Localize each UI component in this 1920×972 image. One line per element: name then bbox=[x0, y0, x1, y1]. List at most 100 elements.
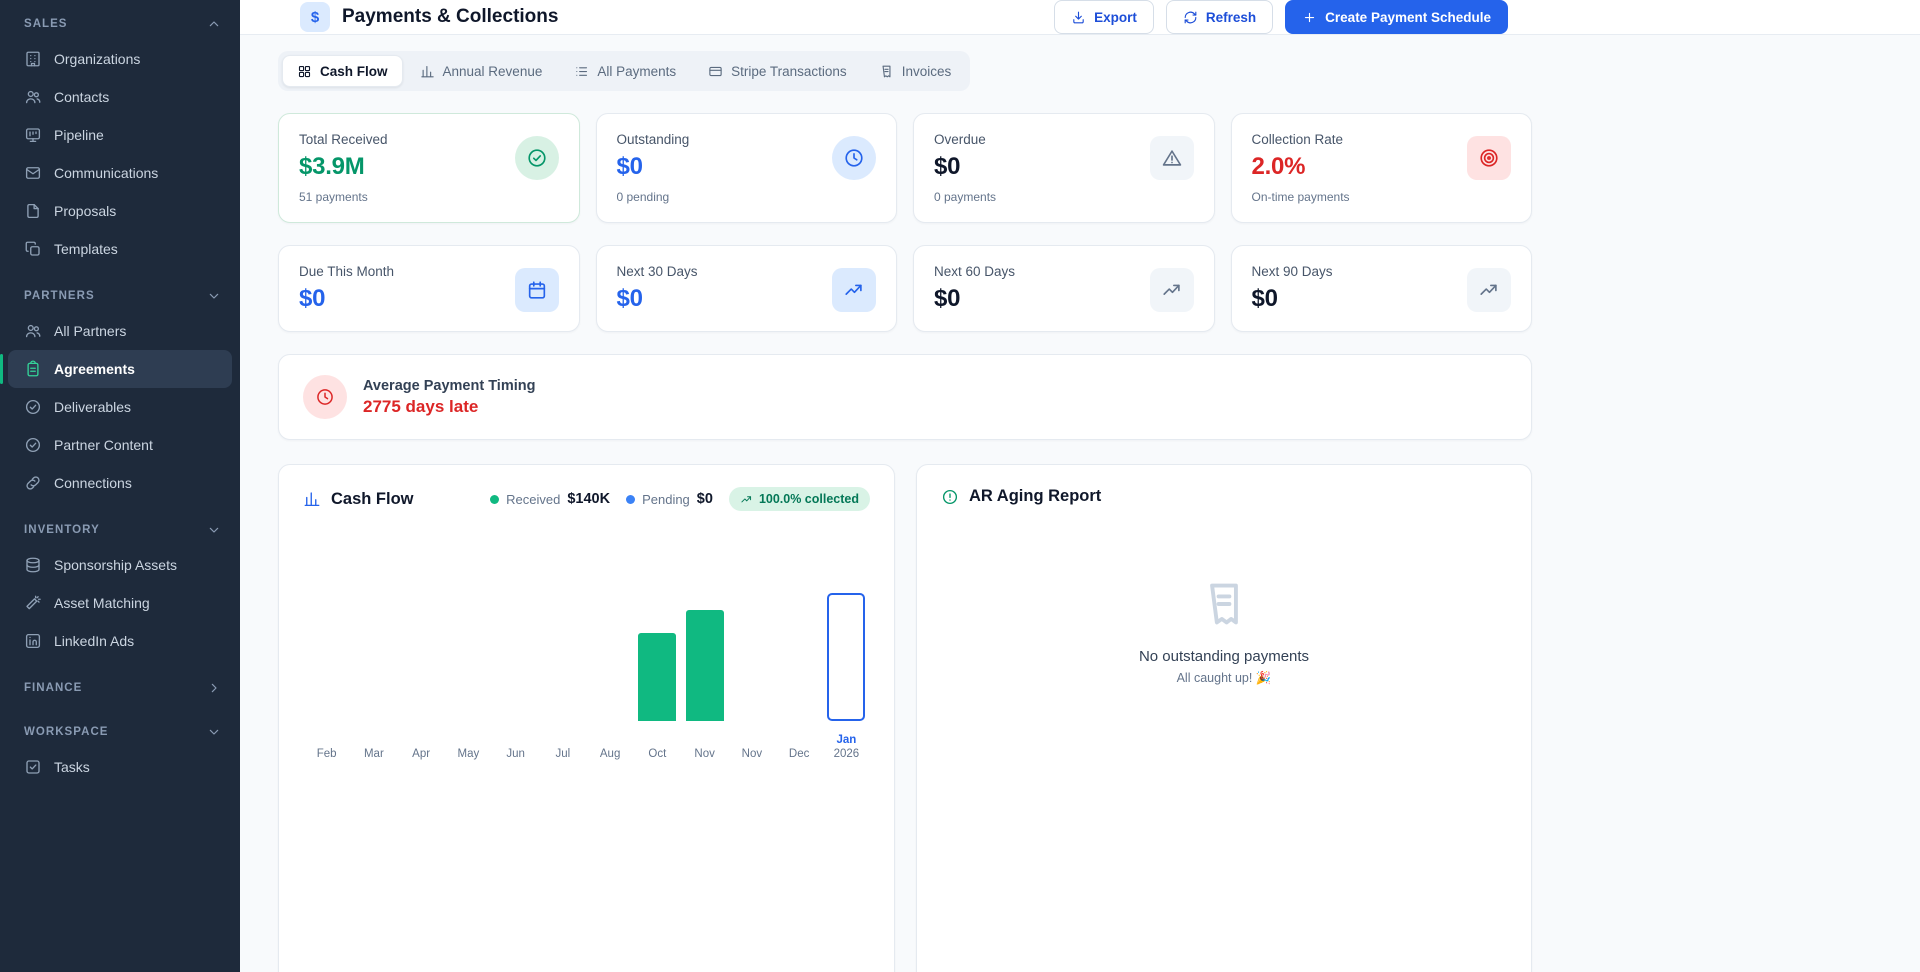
sidebar-section-header-partners[interactable]: PARTNERS bbox=[0, 278, 240, 312]
sidebar-item-deliverables[interactable]: Deliverables bbox=[8, 388, 232, 426]
linkedin-icon bbox=[24, 632, 42, 650]
receipt-icon bbox=[879, 64, 894, 79]
stat-value: $0 bbox=[1252, 285, 1333, 313]
stat-label: Total Received bbox=[299, 132, 388, 147]
tab-cash-flow[interactable]: Cash Flow bbox=[282, 55, 403, 87]
tab-label: All Payments bbox=[597, 64, 676, 79]
ar-aging-panel: AR Aging Report No outstanding payments … bbox=[916, 464, 1532, 972]
chevron-down-icon bbox=[206, 288, 222, 304]
wand-icon bbox=[24, 594, 42, 612]
stat-value: $0 bbox=[934, 285, 1015, 313]
sidebar-section-sales: SALES Organizations Contacts Pipeline Co… bbox=[0, 6, 240, 268]
create-payment-schedule-button[interactable]: Create Payment Schedule bbox=[1285, 0, 1508, 34]
legend-pending: Pending $0 bbox=[626, 491, 713, 507]
stat-label: Outstanding bbox=[617, 132, 690, 147]
stat-card-next-60-days: Next 60 Days $0 bbox=[913, 245, 1215, 332]
link-icon bbox=[24, 474, 42, 492]
sidebar-item-linkedin-ads[interactable]: LinkedIn Ads bbox=[8, 622, 232, 660]
sidebar-item-partner-content[interactable]: Partner Content bbox=[8, 426, 232, 464]
trend-up-icon bbox=[832, 268, 876, 312]
sidebar-item-all-partners[interactable]: All Partners bbox=[8, 312, 232, 350]
stat-label: Collection Rate bbox=[1252, 132, 1350, 147]
sidebar-item-templates[interactable]: Templates bbox=[8, 230, 232, 268]
chevron-up-icon bbox=[206, 16, 222, 32]
sidebar-item-contacts[interactable]: Contacts bbox=[8, 78, 232, 116]
section-label: SALES bbox=[24, 18, 68, 30]
stat-card-total-received: Total Received $3.9M 51 payments bbox=[278, 113, 580, 223]
calendar-icon bbox=[515, 268, 559, 312]
chart-x-label: Jun bbox=[506, 731, 525, 761]
users-icon bbox=[24, 322, 42, 340]
sidebar-item-pipeline[interactable]: Pipeline bbox=[8, 116, 232, 154]
sidebar: SALES Organizations Contacts Pipeline Co… bbox=[0, 0, 240, 972]
bar-chart-icon bbox=[420, 64, 435, 79]
chart-bar-received[interactable] bbox=[686, 610, 724, 721]
legend-label: Received bbox=[506, 492, 560, 507]
section-label: INVENTORY bbox=[24, 524, 100, 536]
sidebar-item-sponsorship-assets[interactable]: Sponsorship Assets bbox=[8, 546, 232, 584]
chart-x-label: Jul bbox=[556, 731, 571, 761]
stat-value: $3.9M bbox=[299, 153, 388, 181]
tab-invoices[interactable]: Invoices bbox=[864, 55, 967, 87]
chart-bar-received[interactable] bbox=[638, 633, 676, 721]
receipt-icon bbox=[1198, 578, 1250, 630]
export-button[interactable]: Export bbox=[1054, 0, 1154, 34]
clipboard-icon bbox=[24, 360, 42, 378]
trend-up-icon bbox=[740, 493, 753, 506]
forecast-row: Due This Month $0 Next 30 Days $0 bbox=[278, 245, 1532, 332]
stat-value: $0 bbox=[934, 153, 996, 181]
nav-item-label: Templates bbox=[54, 241, 118, 257]
tabbar: Cash Flow Annual Revenue All Payments St… bbox=[278, 51, 970, 91]
chart-x-label: Feb bbox=[317, 731, 337, 761]
cash-flow-panel: Cash Flow Received $140K Pending bbox=[278, 464, 895, 972]
sidebar-section-header-sales[interactable]: SALES bbox=[0, 6, 240, 40]
tab-stripe-transactions[interactable]: Stripe Transactions bbox=[693, 55, 862, 87]
tab-annual-revenue[interactable]: Annual Revenue bbox=[405, 55, 558, 87]
received-dot bbox=[490, 495, 499, 504]
nav-item-label: Proposals bbox=[54, 203, 116, 219]
nav-item-label: Pipeline bbox=[54, 127, 104, 143]
chart-slot: Oct bbox=[634, 549, 681, 761]
file-icon bbox=[24, 202, 42, 220]
stat-label: Next 90 Days bbox=[1252, 264, 1333, 279]
sidebar-item-organizations[interactable]: Organizations bbox=[8, 40, 232, 78]
sidebar-item-tasks[interactable]: Tasks bbox=[8, 748, 232, 786]
panels-row: Cash Flow Received $140K Pending bbox=[278, 464, 1532, 972]
sidebar-item-communications[interactable]: Communications bbox=[8, 154, 232, 192]
sidebar-item-asset-matching[interactable]: Asset Matching bbox=[8, 584, 232, 622]
sidebar-item-connections[interactable]: Connections bbox=[8, 464, 232, 502]
sidebar-item-proposals[interactable]: Proposals bbox=[8, 192, 232, 230]
create-button-label: Create Payment Schedule bbox=[1325, 10, 1491, 25]
tab-label: Cash Flow bbox=[320, 64, 388, 79]
chart-x-label: Apr bbox=[412, 731, 430, 761]
sidebar-section-header-workspace[interactable]: WORKSPACE bbox=[0, 714, 240, 748]
refresh-button[interactable]: Refresh bbox=[1166, 0, 1273, 34]
section-label: FINANCE bbox=[24, 682, 82, 694]
section-label: PARTNERS bbox=[24, 290, 95, 302]
chart-slot: Jun bbox=[492, 549, 539, 761]
building-icon bbox=[24, 50, 42, 68]
chart-x-label: Aug bbox=[600, 731, 620, 761]
nav-item-label: Connections bbox=[54, 475, 132, 491]
chart-x-label: Dec bbox=[789, 731, 809, 761]
stat-card-collection-rate: Collection Rate 2.0% On-time payments bbox=[1231, 113, 1533, 223]
chart-x-label: Nov bbox=[694, 731, 714, 761]
download-icon bbox=[1071, 10, 1086, 25]
chart-year-label: 2026 bbox=[834, 747, 860, 761]
sidebar-item-agreements[interactable]: Agreements bbox=[8, 350, 232, 388]
sidebar-section-header-inventory[interactable]: INVENTORY bbox=[0, 512, 240, 546]
target-icon bbox=[1467, 136, 1511, 180]
stat-sub: 51 payments bbox=[299, 190, 388, 204]
tab-label: Stripe Transactions bbox=[731, 64, 847, 79]
app-root: SALES Organizations Contacts Pipeline Co… bbox=[0, 0, 1920, 972]
sidebar-section-header-finance[interactable]: FINANCE bbox=[0, 670, 240, 704]
stat-sub: On-time payments bbox=[1252, 190, 1350, 204]
timing-label: Average Payment Timing bbox=[363, 378, 535, 394]
plus-icon bbox=[1302, 10, 1317, 25]
sidebar-section-finance: FINANCE bbox=[0, 670, 240, 704]
chart-slot: Nov bbox=[728, 549, 775, 761]
chart-bar-scheduled[interactable] bbox=[827, 593, 865, 721]
stat-label: Next 60 Days bbox=[934, 264, 1015, 279]
tab-all-payments[interactable]: All Payments bbox=[559, 55, 691, 87]
check-circle-icon bbox=[515, 136, 559, 180]
